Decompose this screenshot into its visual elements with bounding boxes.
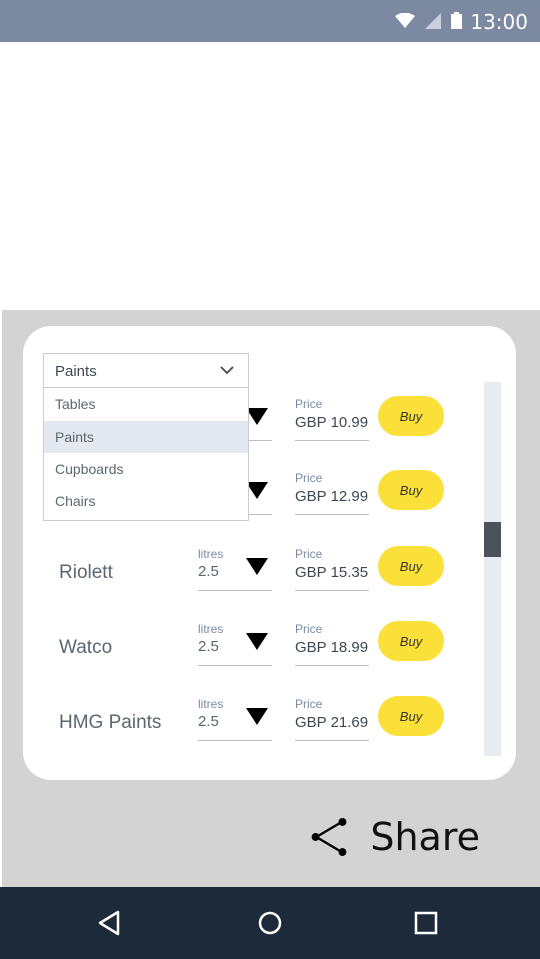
dropdown-option-cupboards[interactable]: Cupboards: [44, 453, 248, 485]
price-label: Price: [295, 547, 323, 561]
price-label: Price: [295, 397, 323, 411]
dropdown-option-chairs[interactable]: Chairs: [44, 485, 248, 517]
price-label: Price: [295, 471, 323, 485]
price-label: Price: [295, 622, 323, 636]
price-value: GBP 18.99: [295, 639, 369, 656]
buy-button[interactable]: Buy: [378, 546, 444, 586]
signal-icon: [425, 12, 441, 29]
litres-select[interactable]: litres 2.5: [198, 694, 272, 741]
price-value: GBP 10.99: [295, 414, 369, 431]
buy-button[interactable]: Buy: [378, 470, 444, 510]
buy-button[interactable]: Buy: [378, 621, 444, 661]
dropdown-arrow-icon[interactable]: [246, 633, 268, 650]
dropdown-arrow-icon[interactable]: [246, 482, 268, 499]
product-row: Riolett litres 2.5 Price GBP 15.35 Buy: [23, 544, 516, 604]
dropdown-arrow-icon[interactable]: [246, 558, 268, 575]
category-dropdown[interactable]: Paints Tables Paints Cupboards Chairs: [43, 353, 249, 521]
product-row: Watco litres 2.5 Price GBP 18.99 Buy: [23, 619, 516, 679]
dropdown-arrow-icon[interactable]: [246, 408, 268, 425]
recents-icon[interactable]: [413, 909, 439, 937]
scrollbar-thumb[interactable]: [484, 522, 501, 557]
share-icon: [311, 818, 347, 856]
product-name: Riolett: [59, 562, 113, 583]
dropdown-header[interactable]: Paints: [44, 354, 248, 388]
buy-button[interactable]: Buy: [378, 696, 444, 736]
price-field: Price GBP 15.35: [295, 544, 369, 591]
option-label: Paints: [55, 429, 94, 445]
litres-select[interactable]: litres 2.5: [198, 544, 272, 591]
price-field: Price GBP 18.99: [295, 619, 369, 666]
dropdown-option-paints[interactable]: Paints: [44, 421, 248, 453]
litres-label: litres: [198, 622, 224, 636]
status-time: 13:00: [470, 10, 528, 34]
share-button[interactable]: Share: [310, 812, 480, 862]
status-bar: 13:00: [0, 0, 540, 42]
product-name: Watco: [59, 637, 113, 658]
litres-value: 2.5: [198, 563, 219, 580]
wifi-icon: [395, 12, 415, 28]
product-name: HMG Paints: [59, 712, 162, 733]
price-label: Price: [295, 697, 323, 711]
litres-value: 2.5: [198, 638, 219, 655]
buy-button[interactable]: Buy: [378, 396, 444, 436]
litres-label: litres: [198, 547, 224, 561]
option-label: Chairs: [55, 493, 96, 509]
status-icons: [395, 12, 462, 29]
price-field: Price GBP 21.69: [295, 694, 369, 741]
litres-value: 2.5: [198, 713, 219, 730]
scrollbar-track[interactable]: [484, 382, 501, 756]
dropdown-arrow-icon[interactable]: [246, 708, 268, 725]
litres-select[interactable]: litres 2.5: [198, 619, 272, 666]
back-icon[interactable]: [96, 909, 122, 937]
chevron-down-icon[interactable]: [218, 361, 236, 379]
share-label: Share: [370, 815, 480, 859]
navigation-bar: [0, 887, 540, 959]
battery-icon: [451, 12, 462, 29]
dropdown-selected-value: Paints: [55, 363, 97, 380]
price-field: Price GBP 12.99: [295, 468, 369, 515]
price-value: GBP 12.99: [295, 488, 369, 505]
home-icon[interactable]: [257, 909, 283, 937]
litres-label: litres: [198, 697, 224, 711]
option-label: Tables: [55, 396, 96, 412]
option-label: Cupboards: [55, 461, 124, 477]
product-row: HMG Paints litres 2.5 Price GBP 21.69 Bu…: [23, 694, 516, 754]
dropdown-option-tables[interactable]: Tables: [44, 388, 248, 420]
price-field: Price GBP 10.99: [295, 394, 369, 441]
price-value: GBP 15.35: [295, 564, 369, 581]
price-value: GBP 21.69: [295, 714, 369, 731]
